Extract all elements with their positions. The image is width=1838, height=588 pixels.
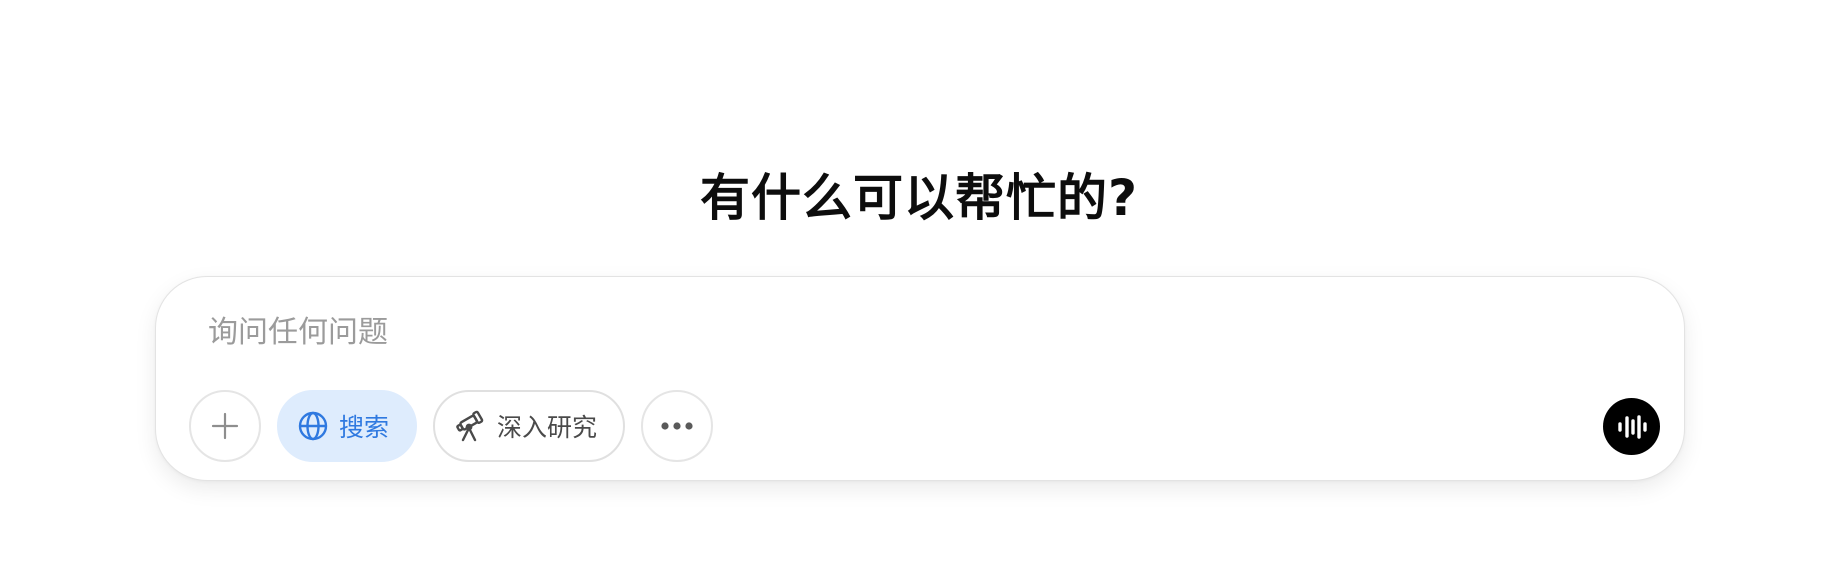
search-button-label: 搜索 bbox=[339, 413, 390, 442]
telescope-icon bbox=[453, 409, 487, 443]
search-button[interactable]: 搜索 bbox=[277, 390, 418, 462]
plus-icon bbox=[210, 411, 240, 441]
prompt-composer: 搜索 深入研究 bbox=[155, 276, 1685, 481]
globe-icon bbox=[297, 410, 329, 442]
more-tools-button[interactable] bbox=[641, 390, 714, 462]
voice-waveform-icon bbox=[1617, 414, 1647, 440]
deep-research-button[interactable]: 深入研究 bbox=[433, 390, 626, 462]
add-attachment-button[interactable] bbox=[189, 390, 261, 462]
composer-toolbar: 搜索 深入研究 bbox=[189, 390, 714, 462]
page-title: 有什么可以帮忙的? bbox=[699, 169, 1138, 227]
ellipsis-icon bbox=[660, 421, 694, 431]
voice-mode-button[interactable] bbox=[1603, 398, 1660, 455]
deep-research-button-label: 深入研究 bbox=[497, 413, 598, 442]
page: 有什么可以帮忙的? 询问任何问题 搜索 深入研究 bbox=[0, 0, 1838, 588]
prompt-input[interactable] bbox=[208, 307, 1588, 357]
